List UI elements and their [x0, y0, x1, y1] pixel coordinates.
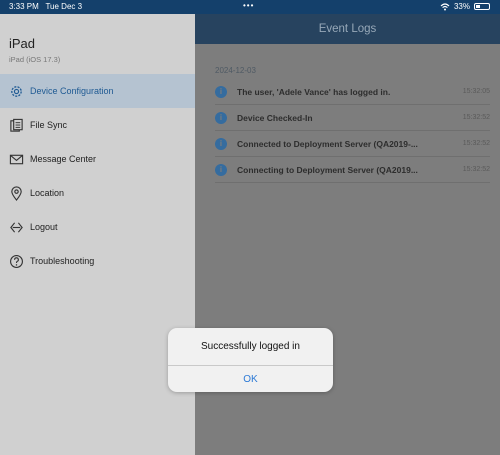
ok-button[interactable]: OK	[168, 366, 333, 392]
log-message: Connecting to Deployment Server (QA2019.…	[237, 164, 418, 175]
page-title: Event Logs	[318, 23, 377, 35]
file-sync-icon	[9, 118, 24, 133]
device-os: iPad (iOS 17.3)	[9, 55, 61, 64]
sidebar-item-device-configuration[interactable]: Device Configuration	[0, 74, 195, 108]
info-icon: i	[215, 163, 227, 176]
gear-icon	[9, 84, 24, 99]
info-icon: i	[215, 85, 227, 98]
alert-title: Successfully logged in	[168, 328, 333, 366]
location-pin-icon	[9, 185, 24, 201]
log-row[interactable]: i Device Checked-In 15:32:52	[215, 105, 490, 131]
sidebar-item-label: Message Center	[30, 154, 97, 164]
log-time: 15:32:52	[462, 166, 490, 173]
page-header: Event Logs	[195, 14, 500, 44]
sidebar-item-label: File Sync	[30, 120, 68, 130]
log-time: 15:32:52	[462, 140, 490, 147]
status-bar: 3:33 PM Tue Dec 3 ••• 33%	[0, 0, 500, 14]
log-row[interactable]: i The user, 'Adele Vance' has logged in.…	[215, 79, 490, 105]
logout-icon	[9, 220, 24, 235]
log-message: Connected to Deployment Server (QA2019-.…	[237, 138, 418, 149]
sidebar-item-troubleshooting[interactable]: Troubleshooting	[0, 244, 195, 278]
status-right: 33%	[440, 2, 490, 11]
sidebar-item-location[interactable]: Location	[0, 176, 195, 210]
sidebar-menu: Device Configuration File Sync Message C…	[0, 74, 195, 278]
event-log-list: 2024-12-03 i The user, 'Adele Vance' has…	[215, 66, 490, 183]
info-icon: i	[215, 111, 227, 124]
info-icon: i	[215, 137, 227, 150]
log-time: 15:32:05	[462, 88, 490, 95]
status-date: Tue Dec 3	[45, 2, 83, 11]
sidebar-item-file-sync[interactable]: File Sync	[0, 108, 195, 142]
sidebar: iPad iPad (iOS 17.3) Device Configuratio…	[0, 14, 195, 455]
sidebar-item-label: Logout	[30, 222, 58, 232]
battery-percent: 33%	[453, 2, 470, 11]
sidebar-item-message-center[interactable]: Message Center	[0, 142, 195, 176]
envelope-icon	[9, 152, 24, 167]
battery-icon	[474, 3, 490, 10]
device-name: iPad	[9, 36, 36, 51]
sidebar-item-logout[interactable]: Logout	[0, 210, 195, 244]
device-info: iPad iPad (iOS 17.3)	[0, 14, 195, 64]
log-time: 15:32:52	[462, 114, 490, 121]
login-success-alert: Successfully logged in OK	[168, 328, 333, 392]
wifi-icon	[440, 2, 450, 10]
question-icon	[9, 254, 24, 269]
log-row[interactable]: i Connecting to Deployment Server (QA201…	[215, 157, 490, 183]
sidebar-item-label: Device Configuration	[30, 86, 114, 96]
sidebar-item-label: Troubleshooting	[30, 256, 95, 266]
status-time: 3:33 PM Tue Dec 3	[9, 2, 83, 11]
sidebar-item-label: Location	[30, 188, 65, 198]
log-date-header: 2024-12-03	[215, 66, 256, 75]
log-message: The user, 'Adele Vance' has logged in.	[237, 86, 391, 97]
log-message: Device Checked-In	[237, 112, 313, 123]
multitask-dots[interactable]: •••	[243, 1, 254, 10]
log-row[interactable]: i Connected to Deployment Server (QA2019…	[215, 131, 490, 157]
